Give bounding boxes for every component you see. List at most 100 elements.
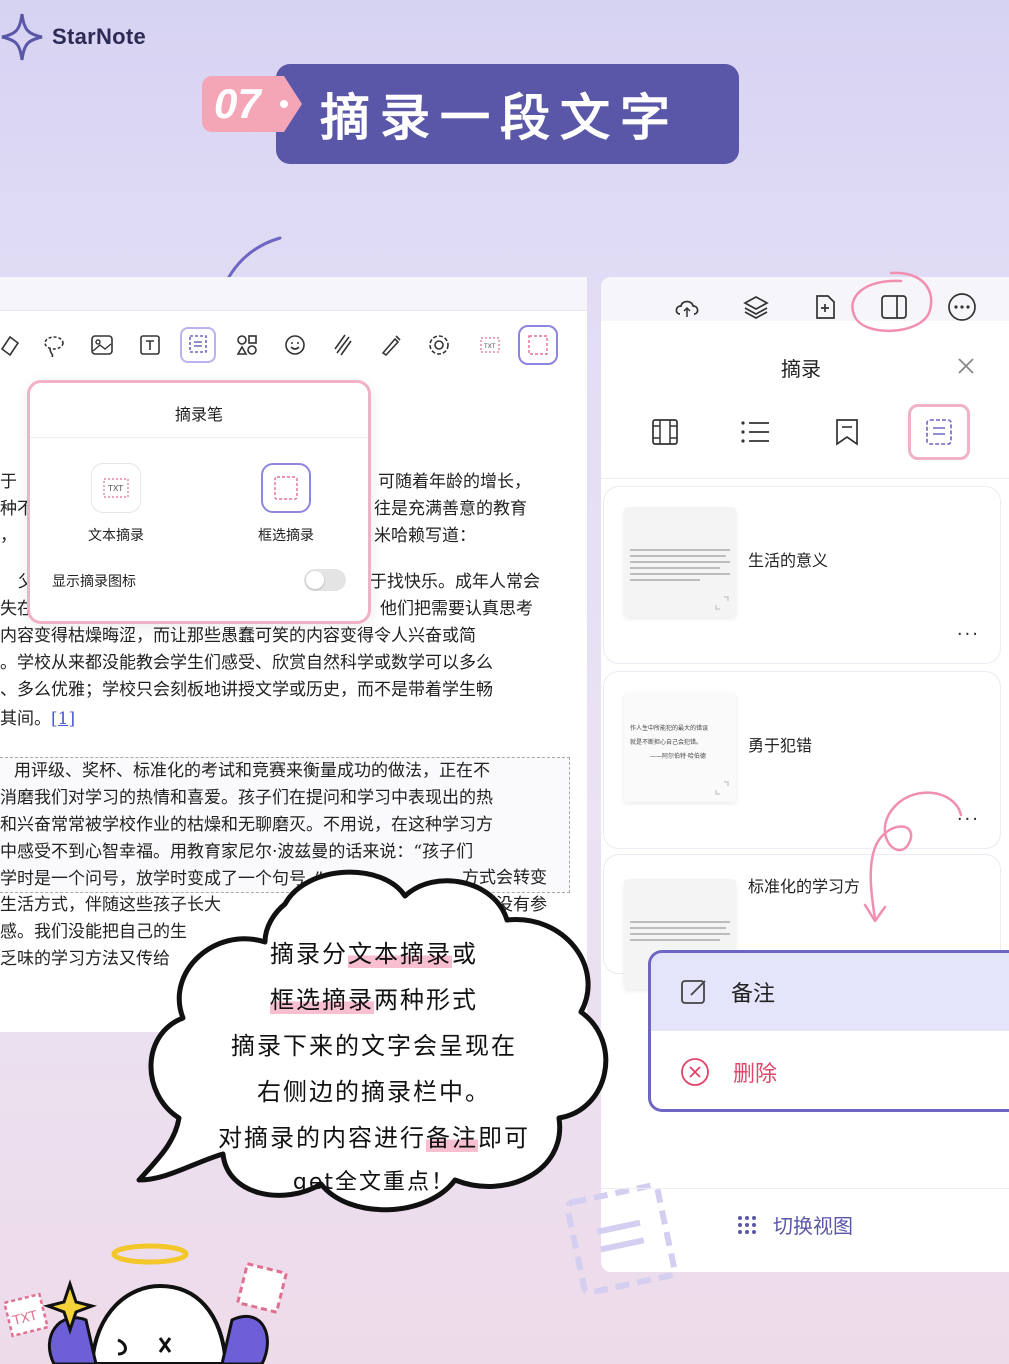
svg-text:TXT: TXT [483,343,496,350]
box-excerpt-icon [272,474,300,502]
popover-divider [30,437,368,438]
tag-hole [280,100,288,108]
more-button[interactable] [944,289,980,325]
cloud-text: 对摘录的内容进行 [218,1124,426,1152]
cloud-line: 摘录下来的文字会呈现在 [231,1032,517,1060]
list-view-icon [739,418,771,446]
tape-tool[interactable] [325,327,361,363]
cloud-line: 右侧边的摘录栏中。 [257,1078,491,1106]
list-view-tab[interactable] [735,412,775,452]
text-excerpt-label: 文本摘录 [88,528,144,544]
excerpt-card[interactable]: 生活的意义 ··· [603,486,1001,664]
excerpt-more-button[interactable]: ··· [957,624,980,645]
footnote-link[interactable]: [1] [51,709,75,729]
txt-excerpt-tool[interactable]: TXT [472,327,508,363]
expand-icon [714,780,730,796]
text-line-fragment: 失在 [0,599,30,619]
text-line-fragment: 往是充满善意的教育 [374,499,527,519]
svg-text:TXT: TXT [107,484,123,493]
bookmark-view-icon [833,417,861,447]
text-line-fragment: 米哈赖写道： [374,526,476,546]
cloud-text: 摘录分 [270,940,348,968]
note-menu-item[interactable]: 备注 [651,953,1009,1031]
thumbnail-view-icon [650,417,680,447]
cloud-line: get全文重点！ [292,1170,456,1195]
panel-title: 摘录 [781,357,821,381]
note-menu-label: 备注 [731,982,776,1007]
bookmark-view-tab[interactable] [827,412,867,452]
popover-title: 摘录笔 [174,405,223,424]
txt-excerpt-icon: TXT [478,333,502,357]
brand-name: StarNote [52,24,147,49]
quote-line: 消磨我们对学习的热情和喜爱。孩子们在提问和学习中表现出的热 [0,788,493,808]
step-tag: 07 [202,76,302,132]
excerpt-context-menu: 备注 删除 [648,950,1009,1112]
box-excerpt-label: 框选摘录 [258,528,314,544]
excerpt-pen-tool[interactable] [180,327,216,363]
show-icon-label: 显示摘录图标 [52,574,136,590]
text-line-end-text: 其间。 [0,709,51,729]
panel-close-button[interactable] [955,355,977,377]
laser-pen-icon [379,333,403,357]
lasso-icon [42,333,66,357]
sticker-tool[interactable] [277,327,313,363]
box-excerpt-option[interactable]: 框选摘录 [226,463,346,545]
cloud-line: 对摘录的内容进行备注即可 [135,1118,613,1153]
add-page-button[interactable] [807,289,843,325]
layers-button[interactable] [738,289,774,325]
settings-tool[interactable] [421,327,457,363]
text-line: 、多么优雅；学校只会刻板地讲授文学或历史，而不是带着学生畅 [0,680,493,700]
toggle-knob [306,571,324,589]
thumb-line: ——阿尔伯特·哈伯德 [650,753,706,760]
cloud-text: 或 [452,940,478,968]
cloud-text: 两种形式 [374,986,478,1014]
image-icon [90,333,114,357]
more-circle-icon [947,292,977,322]
layers-icon [743,294,769,320]
cloud-line: 框选摘录两种形式 [135,980,613,1015]
text-excerpt-option[interactable]: TXT 文本摘录 [56,463,176,545]
delete-menu-item[interactable]: 删除 [651,1033,1009,1109]
expand-icon [714,595,730,611]
eraser-tool[interactable] [0,327,28,363]
textbox-tool[interactable] [132,327,168,363]
image-tool[interactable] [84,327,120,363]
lasso-tool[interactable] [36,327,72,363]
textbox-icon [138,333,162,357]
show-icon-toggle[interactable] [304,569,346,591]
excerpt-title: 勇于犯错 [748,736,813,755]
text-line: 。学校从来都没能教会学生们感受、欣赏自然科学或数学可以多么 [0,653,493,673]
brand-logo: StarNote [0,12,146,62]
cloud-highlight: 备注 [426,1124,478,1152]
switch-view-label: 切换视图 [773,1214,853,1238]
excerpt-thumbnail [624,507,736,617]
cloud-sync-button[interactable] [669,289,705,325]
banner-title: 摘录一段文字 [320,89,680,147]
thumb-line: 作人生中所能犯的最大的错误 [630,725,709,732]
cloud-line: 摘录分文本摘录或 [135,934,613,969]
quote-line: 和兴奋常常被学校作业的枯燥和无聊磨灭。不用说，在这种学习方 [0,815,493,835]
document-top-bar [0,277,587,311]
shapes-tool[interactable] [229,327,265,363]
txt-excerpt-icon: TXT [102,476,130,500]
settings-icon [427,333,451,357]
cloud-highlight: 文本摘录 [348,940,452,968]
text-line-fragment: 他们把需要认真思考 [380,599,533,619]
switch-view-button[interactable]: 切换视图 [737,1210,853,1239]
thumbnail-view-tab[interactable] [645,412,685,452]
excerpt-view-tab[interactable] [908,404,970,460]
text-excerpt-box: TXT [91,463,141,513]
excerpt-title: 标准化的学习方 [748,877,861,896]
mascot-illustration: TXT [2,1243,289,1364]
text-line-fragment: 可随着年龄的增长， [378,472,531,492]
excerpt-view-icon [924,417,954,447]
delete-menu-label: 删除 [733,1062,778,1087]
tape-icon [331,333,355,357]
laser-pen-tool[interactable] [373,327,409,363]
star-logo-icon [0,12,44,62]
excerpt-thumbnail: 作人生中所能犯的最大的错误 就是不断担心自己会犯错。 ——阿尔伯特·哈伯德 [624,692,736,802]
box-excerpt-tool[interactable] [518,325,558,365]
excerpt-pen-popover: 摘录笔 TXT 文本摘录 框选摘录 显示摘录图标 [27,380,371,624]
text-line: 内容变得枯燥晦涩，而让那些愚蠢可笑的内容变得令人兴奋或简 [0,626,476,646]
cloud-sync-icon [673,295,701,319]
